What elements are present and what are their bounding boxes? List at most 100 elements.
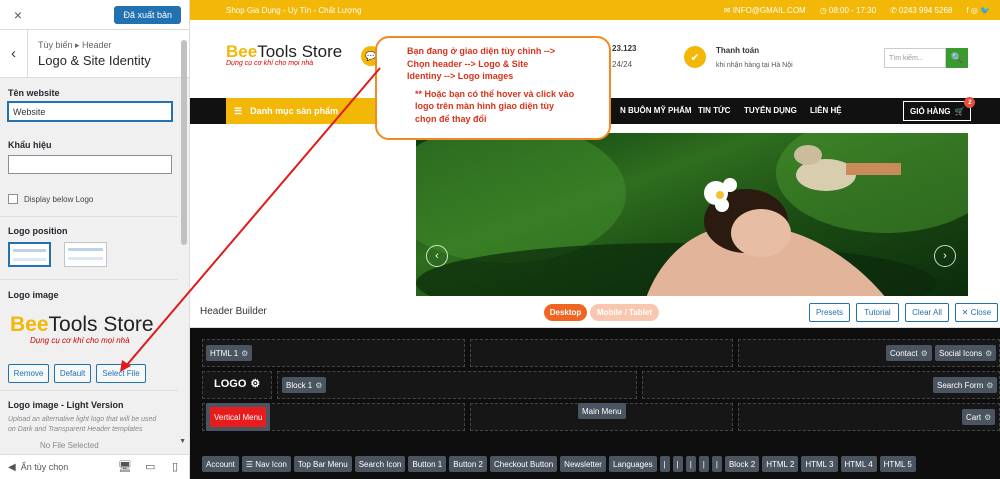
gear-icon[interactable]: ⚙	[241, 349, 248, 358]
hide-controls-icon[interactable]: ◀	[8, 462, 16, 473]
tray-chip[interactable]: |	[672, 456, 683, 472]
tray-chip[interactable]: Top Bar Menu	[293, 456, 352, 472]
tray-chip[interactable]: Button 1	[408, 456, 447, 472]
tray-chip[interactable]: HTML 2	[762, 456, 799, 472]
default-button[interactable]: Default	[54, 364, 91, 383]
search-form-chip[interactable]: Search Form ⚙	[933, 377, 998, 393]
logo-position-left-option[interactable]	[8, 242, 51, 267]
gear-icon[interactable]: ⚙	[921, 349, 928, 358]
nav-link-wholesale[interactable]: N BUÔN MỸ PHẨM	[620, 106, 692, 115]
hide-controls-label[interactable]: Ẩn tùy chọn	[21, 462, 69, 472]
tutorial-button[interactable]: Tutorial	[856, 303, 899, 322]
tray-chip[interactable]: ☰ Nav Icon	[241, 456, 291, 472]
main-menu-label: Main Menu	[582, 406, 622, 416]
social-icons[interactable]: f ◎ 🐦	[966, 6, 990, 15]
email-row[interactable]: ✉ INFO@GMAIL.COM	[724, 6, 806, 15]
sidebar-top-bar: × Đã xuất bản	[0, 0, 189, 30]
tray-chip[interactable]: Newsletter	[560, 456, 606, 472]
display-below-logo-label: Display below Logo	[24, 194, 94, 204]
tray-chip[interactable]: Search Icon	[354, 456, 406, 472]
social-icons-label: Social Icons	[939, 348, 983, 358]
tray-chip[interactable]: |	[711, 456, 722, 472]
back-arrow-icon[interactable]: ‹	[0, 29, 28, 78]
cart-button[interactable]: GIỎ HÀNG 🛒 2	[903, 97, 976, 121]
gear-icon[interactable]: ⚙	[315, 381, 322, 390]
remove-button[interactable]: Remove	[8, 364, 49, 383]
cart-count-badge: 2	[964, 97, 976, 108]
top-bar-hours: 08:00 - 17:30	[828, 5, 877, 15]
nav-link-contact[interactable]: LIÊN HỆ	[810, 106, 842, 115]
tray-chip[interactable]: |	[685, 456, 696, 472]
desktop-preview-icon[interactable]: 🖥	[118, 460, 132, 473]
header-builder-title: Header Builder	[200, 306, 267, 317]
display-below-logo-checkbox[interactable]	[8, 194, 18, 204]
gear-icon[interactable]: ⚙	[984, 413, 991, 422]
gear-icon[interactable]: ⚙	[986, 381, 993, 390]
light-logo-label: Logo image - Light Version	[8, 400, 124, 410]
customizer-sidebar: × Đã xuất bản ‹ Tùy biến ▸ Header Logo &…	[0, 0, 190, 479]
scroll-down-arrow-icon[interactable]: ▼	[179, 438, 186, 445]
nav-link-careers[interactable]: TUYỂN DỤNG	[744, 106, 797, 115]
tray-chip[interactable]: |	[698, 456, 709, 472]
builder-cell[interactable]	[277, 371, 637, 399]
cart-chip[interactable]: Cart ⚙	[962, 409, 996, 425]
html1-label: HTML 1	[210, 348, 239, 358]
close-icon[interactable]: ×	[8, 7, 28, 23]
site-name-field[interactable]: Website	[8, 102, 172, 121]
logo-preview-sub: Dụng cụ cơ khí cho mọi nhà	[30, 336, 130, 345]
cart-icon: 🛒	[954, 106, 965, 116]
main-menu-chip[interactable]: Main Menu	[578, 403, 626, 419]
html1-chip[interactable]: HTML 1 ⚙	[206, 345, 253, 361]
callout-line: Bạn đang ở giao diện tùy chỉnh -->	[407, 46, 556, 56]
mobile-preview-icon[interactable]: ▯	[172, 460, 178, 473]
top-bar-phone[interactable]: 0243 994 5268	[899, 6, 952, 15]
contact-chip[interactable]: Contact ⚙	[886, 345, 932, 361]
logo-chip[interactable]: LOGO ⚙	[214, 377, 260, 391]
brand-tools: Tools Store	[257, 42, 343, 61]
builder-cell[interactable]	[470, 339, 733, 367]
breadcrumb: ‹ Tùy biến ▸ Header Logo & Site Identity	[0, 29, 189, 78]
search-input[interactable]: Tìm kiếm...	[884, 48, 946, 68]
mobile-tablet-tab[interactable]: Mobile / Tablet	[590, 304, 659, 321]
select-file-button[interactable]: Select File	[96, 364, 146, 383]
tray-chip[interactable]: Account	[202, 456, 239, 472]
nav-link-news[interactable]: TIN TỨC	[698, 106, 730, 115]
section-title: Logo & Site Identity	[38, 52, 151, 68]
slider-next-icon[interactable]: ›	[934, 245, 956, 267]
phone-row[interactable]: ✆ 0243 994 5268	[890, 6, 952, 15]
social-icons-chip[interactable]: Social Icons ⚙	[935, 345, 997, 361]
logo-position-center-option[interactable]	[64, 242, 107, 267]
phone-icon: ✆	[890, 5, 899, 15]
desktop-tab[interactable]: Desktop	[544, 304, 587, 321]
block1-chip[interactable]: Block 1 ⚙	[282, 377, 327, 393]
publish-button[interactable]: Đã xuất bản	[114, 5, 181, 24]
hero-spa-image	[416, 133, 968, 298]
tablet-preview-icon[interactable]: ▭	[145, 460, 155, 473]
top-bar-email[interactable]: INFO@GMAIL.COM	[733, 6, 806, 15]
gear-icon[interactable]: ⚙	[250, 377, 260, 390]
tray-chip[interactable]: Button 2	[449, 456, 488, 472]
tray-chip[interactable]: Checkout Button	[490, 456, 558, 472]
tray-chip[interactable]: Block 2	[724, 456, 760, 472]
search-icon[interactable]: 🔍	[946, 48, 968, 68]
site-logo[interactable]: BeeTools Store Dụng cụ cơ khí cho mọi nh…	[226, 42, 342, 67]
slider-prev-icon[interactable]: ‹	[426, 245, 448, 267]
scrollbar[interactable]	[181, 40, 187, 245]
tray-chip[interactable]: Languages	[608, 456, 657, 472]
presets-button[interactable]: Presets	[809, 303, 850, 322]
search-bar: Tìm kiếm... 🔍	[884, 48, 968, 68]
search-form-label: Search Form	[937, 380, 984, 390]
hamburger-icon: ☰	[234, 105, 243, 116]
vertical-menu-chip[interactable]: Vertical Menu	[206, 403, 271, 431]
tray-chip[interactable]: |	[659, 456, 670, 472]
tray-chip[interactable]: HTML 3	[801, 456, 838, 472]
gear-icon[interactable]: ⚙	[985, 349, 992, 358]
tray-chip[interactable]: HTML 5	[879, 456, 916, 472]
tray-chip[interactable]: HTML 4	[840, 456, 877, 472]
builder-cell[interactable]	[738, 403, 1000, 431]
logo-image-preview[interactable]: BeeTools Store Dụng cụ cơ khí cho mọi nh…	[10, 314, 154, 346]
clear-all-button[interactable]: Clear All	[905, 303, 949, 322]
tagline-field[interactable]	[8, 155, 172, 174]
hero-slider[interactable]: ‹ ›	[416, 133, 968, 298]
close-builder-button[interactable]: ✕ Close	[955, 303, 998, 322]
